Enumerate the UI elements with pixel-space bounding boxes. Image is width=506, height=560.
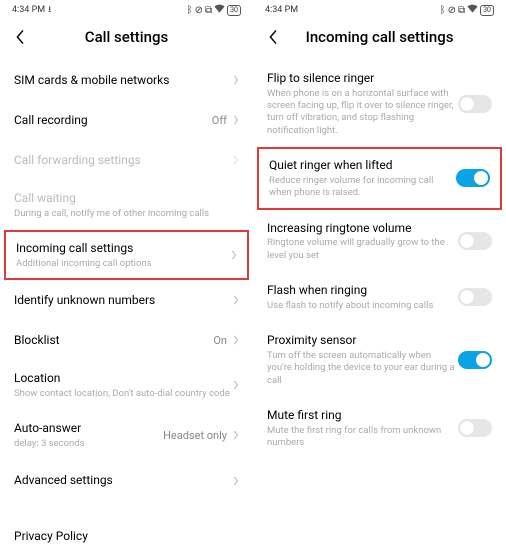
row-subtitle: Show contact location, Don't auto-dial c… bbox=[14, 388, 233, 400]
toggle-quiet-ringer[interactable] bbox=[456, 169, 490, 187]
row-subtitle: Ringtone volume will gradually grow to t… bbox=[267, 237, 458, 262]
row-call-forwarding: Call forwarding settings bbox=[0, 140, 253, 180]
row-mute-first-ring[interactable]: Mute first ring Mute the first ring for … bbox=[253, 397, 506, 459]
row-flip-to-silence[interactable]: Flip to silence ringer When phone is on … bbox=[253, 60, 506, 147]
bluetooth-icon: ᛒ bbox=[440, 5, 446, 16]
privacy-policy-link[interactable]: Privacy Policy bbox=[0, 501, 253, 543]
toggle-mute-first[interactable] bbox=[458, 419, 492, 437]
row-location[interactable]: Location Show contact location, Don't au… bbox=[0, 360, 253, 410]
chevron-right-icon bbox=[233, 75, 239, 85]
battery-icon: 30 bbox=[227, 5, 241, 16]
settings-list: SIM cards & mobile networks Call recordi… bbox=[0, 60, 253, 543]
dnd-icon: ⊘ bbox=[195, 5, 203, 16]
chevron-right-icon bbox=[233, 430, 239, 440]
row-auto-answer[interactable]: Auto-answer delay: 3 seconds Headset onl… bbox=[0, 410, 253, 460]
toggle-flip[interactable] bbox=[458, 95, 492, 113]
row-title: Incoming call settings bbox=[16, 240, 231, 257]
page-title: Call settings bbox=[12, 28, 241, 46]
row-title: Identify unknown numbers bbox=[14, 292, 233, 309]
chevron-right-icon bbox=[233, 295, 239, 305]
row-sim-cards[interactable]: SIM cards & mobile networks bbox=[0, 60, 253, 100]
status-time: 4:34 PM bbox=[265, 5, 298, 15]
vibrate-icon: ⧉ bbox=[458, 5, 465, 16]
toggle-increasing[interactable] bbox=[458, 232, 492, 250]
header: Incoming call settings bbox=[253, 18, 506, 60]
status-time: 4:34 PM bbox=[12, 5, 45, 15]
row-title: Mute first ring bbox=[267, 407, 458, 424]
row-title: Flip to silence ringer bbox=[267, 70, 458, 87]
chevron-right-icon bbox=[233, 115, 239, 125]
row-subtitle: During a call, notify me of other incomi… bbox=[14, 208, 239, 220]
battery-icon: 30 bbox=[480, 5, 494, 16]
chevron-right-icon bbox=[233, 476, 239, 486]
download-icon: ⭳ bbox=[48, 2, 51, 18]
wifi-icon bbox=[214, 4, 225, 16]
status-bar: 4:34 PM ⭳ ᛒ ⊘ ⧉ 30 bbox=[0, 0, 253, 18]
row-title: Blocklist bbox=[14, 332, 213, 349]
row-subtitle: delay: 3 seconds bbox=[14, 438, 163, 450]
dnd-icon: ⊘ bbox=[448, 5, 456, 16]
bluetooth-icon: ᛒ bbox=[187, 5, 193, 16]
row-title: Call forwarding settings bbox=[14, 152, 233, 169]
row-quiet-ringer[interactable]: Quiet ringer when lifted Reduce ringer v… bbox=[257, 147, 502, 209]
vibrate-icon: ⧉ bbox=[205, 5, 212, 16]
settings-list: Flip to silence ringer When phone is on … bbox=[253, 60, 506, 460]
row-flash-when-ringing[interactable]: Flash when ringing Use flash to notify a… bbox=[253, 272, 506, 322]
row-call-recording[interactable]: Call recording Off bbox=[0, 100, 253, 140]
row-incoming-call-settings[interactable]: Incoming call settings Additional incomi… bbox=[4, 230, 249, 280]
row-title: Advanced settings bbox=[14, 472, 233, 489]
chevron-right-icon bbox=[233, 380, 239, 390]
row-title: Proximity sensor bbox=[267, 332, 458, 349]
row-advanced-settings[interactable]: Advanced settings bbox=[0, 461, 253, 501]
row-subtitle: When phone is on a horizontal surface wi… bbox=[267, 88, 458, 137]
row-call-waiting: Call waiting During a call, notify me of… bbox=[0, 180, 253, 230]
row-title: Increasing ringtone volume bbox=[267, 220, 458, 237]
row-title: Quiet ringer when lifted bbox=[269, 157, 456, 174]
chevron-right-icon bbox=[231, 250, 237, 260]
row-subtitle: Reduce ringer volume for incoming call w… bbox=[269, 175, 456, 200]
row-subtitle: Use flash to notify about incoming calls bbox=[267, 300, 458, 312]
chevron-right-icon bbox=[233, 155, 239, 165]
row-title: Call waiting bbox=[14, 190, 239, 207]
row-subtitle: Mute the first ring for calls from unkno… bbox=[267, 425, 458, 450]
row-title: SIM cards & mobile networks bbox=[14, 72, 233, 89]
toggle-proximity[interactable] bbox=[458, 351, 492, 369]
row-identify-unknown[interactable]: Identify unknown numbers bbox=[0, 280, 253, 320]
screen-incoming-call-settings: 4:34 PM ᛒ ⊘ ⧉ 30 Incoming call settings … bbox=[253, 0, 506, 560]
toggle-flash[interactable] bbox=[458, 288, 492, 306]
row-proximity-sensor[interactable]: Proximity sensor Turn off the screen aut… bbox=[253, 322, 506, 397]
row-title: Flash when ringing bbox=[267, 282, 458, 299]
row-increasing-ringtone[interactable]: Increasing ringtone volume Ringtone volu… bbox=[253, 210, 506, 272]
row-title: Call recording bbox=[14, 112, 212, 129]
row-title: Location bbox=[14, 370, 233, 387]
status-bar: 4:34 PM ᛒ ⊘ ⧉ 30 bbox=[253, 0, 506, 18]
row-value: Headset only bbox=[163, 429, 227, 442]
row-subtitle: Turn off the screen automatically when y… bbox=[267, 350, 458, 387]
row-blocklist[interactable]: Blocklist On bbox=[0, 320, 253, 360]
header: Call settings bbox=[0, 18, 253, 60]
screen-call-settings: 4:34 PM ⭳ ᛒ ⊘ ⧉ 30 Call settings SIM car… bbox=[0, 0, 253, 560]
chevron-right-icon bbox=[233, 335, 239, 345]
wifi-icon bbox=[467, 4, 478, 16]
row-subtitle: Additional incoming call options bbox=[16, 258, 231, 270]
row-value: On bbox=[213, 334, 227, 347]
row-value: Off bbox=[212, 114, 227, 127]
page-title: Incoming call settings bbox=[265, 28, 494, 46]
row-title: Auto-answer bbox=[14, 420, 163, 437]
